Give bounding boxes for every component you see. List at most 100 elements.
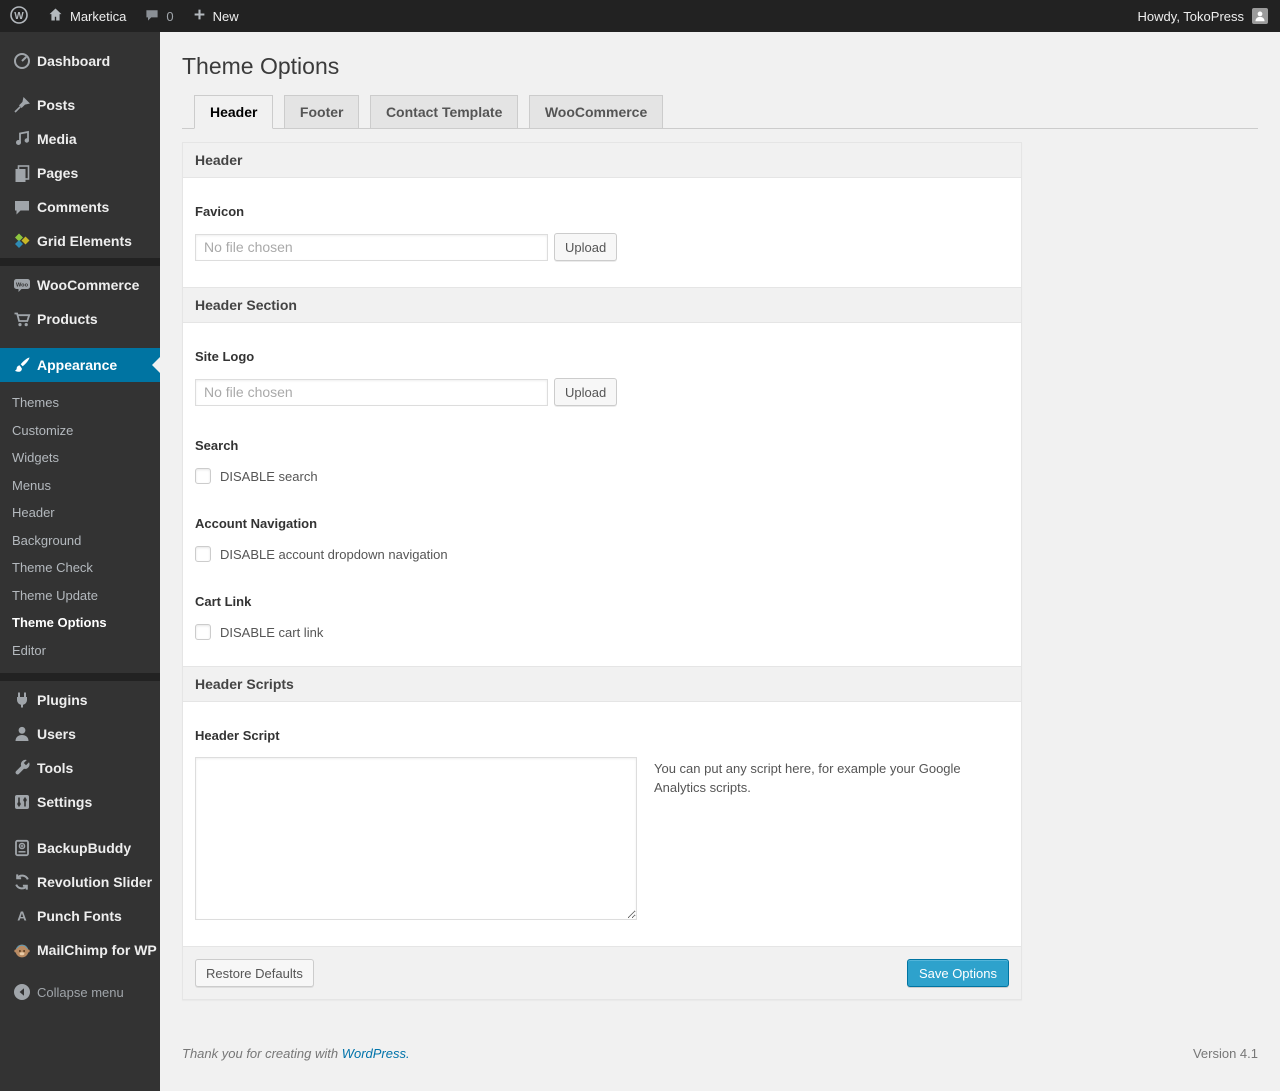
- disable-search-text: DISABLE search: [220, 468, 318, 484]
- disable-account-nav-checkbox[interactable]: [195, 546, 211, 562]
- site-logo-upload-button[interactable]: Upload: [554, 378, 618, 406]
- site-name-label: Marketica: [70, 8, 127, 24]
- pages-icon: [0, 163, 35, 183]
- header-script-label: Header Script: [195, 728, 280, 743]
- collapse-menu-button[interactable]: Collapse menu: [0, 975, 160, 1009]
- monkey-icon: [0, 940, 35, 960]
- theme-options-panel: Header Favicon Upload Header Section Sit…: [182, 142, 1022, 1000]
- header-script-textarea[interactable]: [195, 757, 637, 920]
- svg-text:A: A: [17, 909, 27, 924]
- favicon-label: Favicon: [195, 204, 245, 219]
- main-content: Theme Options Header Footer Contact Temp…: [160, 0, 1280, 1081]
- submenu-item-theme-check[interactable]: Theme Check: [0, 554, 160, 582]
- paintbrush-icon: [0, 355, 35, 375]
- comments-shortcut[interactable]: 0: [135, 0, 182, 32]
- dashboard-icon: [0, 51, 35, 71]
- sidebar-item-mailchimp[interactable]: MailChimp for WP: [0, 933, 160, 967]
- version-label: Version 4.1: [1192, 1046, 1258, 1061]
- sidebar-item-plugins[interactable]: Plugins: [0, 683, 160, 717]
- sidebar-item-woocommerce[interactable]: Woo WooCommerce: [0, 268, 160, 302]
- disable-account-nav-text: DISABLE account dropdown navigation: [220, 546, 448, 562]
- tab-header[interactable]: Header: [194, 95, 274, 129]
- sliders-icon: [0, 792, 35, 812]
- submenu-item-themes[interactable]: Themes: [0, 389, 160, 417]
- letter-a-icon: A: [0, 906, 35, 926]
- submenu-item-header[interactable]: Header: [0, 499, 160, 527]
- user-icon: [0, 724, 35, 744]
- comment-bubble-icon: [144, 7, 160, 26]
- account-navigation-label: Account Navigation: [195, 516, 318, 531]
- new-content-menu[interactable]: New: [183, 0, 248, 32]
- admin-footer: Thank you for creating with WordPress. V…: [182, 1046, 1258, 1081]
- sidebar-item-media[interactable]: Media: [0, 122, 160, 156]
- comments-count: 0: [166, 8, 174, 24]
- site-logo-file-input[interactable]: [195, 378, 548, 406]
- sidebar-item-settings[interactable]: Settings: [0, 785, 160, 819]
- cart-icon: [0, 309, 35, 329]
- site-logo-label: Site Logo: [195, 349, 255, 364]
- appearance-submenu: Themes Customize Widgets Menus Header Ba…: [0, 382, 160, 673]
- sidebar-item-tools[interactable]: Tools: [0, 751, 160, 785]
- disable-cart-link-checkbox[interactable]: [195, 624, 211, 640]
- save-options-button[interactable]: Save Options: [906, 959, 1009, 987]
- tab-footer[interactable]: Footer: [283, 95, 360, 129]
- disable-search-checkbox[interactable]: [195, 468, 211, 484]
- admin-bar: W Marketica 0 New Howdy, TokoPress: [0, 0, 1280, 32]
- svg-text:W: W: [14, 11, 24, 22]
- section-title-header-scripts: Header Scripts: [183, 666, 1021, 702]
- svg-text:Woo: Woo: [15, 282, 28, 288]
- home-icon: [47, 6, 64, 26]
- sidebar-item-backupbuddy[interactable]: BackupBuddy: [0, 831, 160, 865]
- disable-account-nav-option[interactable]: DISABLE account dropdown navigation: [195, 546, 1009, 562]
- sidebar-item-comments[interactable]: Comments: [0, 190, 160, 224]
- section-title-header-section: Header Section: [183, 287, 1021, 323]
- tab-woocommerce[interactable]: WooCommerce: [528, 95, 664, 129]
- sidebar-item-dashboard[interactable]: Dashboard: [0, 44, 160, 78]
- menu-separator: [0, 258, 160, 266]
- sidebar-item-products[interactable]: Products: [0, 302, 160, 336]
- page-title: Theme Options: [182, 53, 340, 79]
- menu-separator: [0, 673, 160, 681]
- submenu-item-theme-options[interactable]: Theme Options: [0, 609, 160, 637]
- refresh-arrows-icon: [0, 872, 35, 892]
- grid-elements-icon: [0, 231, 35, 251]
- comments-icon: [0, 197, 35, 217]
- submenu-item-theme-update[interactable]: Theme Update: [0, 582, 160, 610]
- tab-contact-template[interactable]: Contact Template: [369, 95, 519, 129]
- wordpress-link[interactable]: WordPress.: [342, 1046, 410, 1061]
- sidebar-item-punch-fonts[interactable]: A Punch Fonts: [0, 899, 160, 933]
- favicon-upload-button[interactable]: Upload: [554, 233, 618, 261]
- admin-sidebar: Dashboard Posts Media Pages Comments Gri…: [0, 32, 160, 1091]
- sidebar-item-posts[interactable]: Posts: [0, 88, 160, 122]
- site-name-menu[interactable]: Marketica: [38, 0, 135, 32]
- submenu-item-widgets[interactable]: Widgets: [0, 444, 160, 472]
- pushpin-icon: [0, 95, 35, 115]
- wrench-icon: [0, 758, 35, 778]
- submenu-item-menus[interactable]: Menus: [0, 472, 160, 500]
- account-menu[interactable]: Howdy, TokoPress: [1126, 0, 1280, 32]
- plugin-icon: [0, 690, 35, 710]
- sidebar-item-revolution-slider[interactable]: Revolution Slider: [0, 865, 160, 899]
- search-label: Search: [195, 438, 239, 453]
- disable-cart-link-option[interactable]: DISABLE cart link: [195, 624, 1009, 640]
- header-script-help: You can put any script here, for example…: [654, 761, 961, 795]
- submenu-item-background[interactable]: Background: [0, 527, 160, 555]
- media-icon: [0, 129, 35, 149]
- disable-search-option[interactable]: DISABLE search: [195, 468, 1009, 484]
- disable-cart-link-text: DISABLE cart link: [220, 624, 324, 640]
- submenu-item-editor[interactable]: Editor: [0, 637, 160, 665]
- sidebar-item-users[interactable]: Users: [0, 717, 160, 751]
- wordpress-logo-menu[interactable]: W: [0, 0, 38, 32]
- favicon-file-input[interactable]: [195, 233, 548, 261]
- sidebar-item-appearance[interactable]: Appearance: [0, 348, 160, 382]
- new-label: New: [212, 8, 239, 24]
- section-title-header: Header: [183, 143, 1021, 178]
- plus-icon: [192, 7, 207, 25]
- sidebar-item-pages[interactable]: Pages: [0, 156, 160, 190]
- submenu-item-customize[interactable]: Customize: [0, 417, 160, 445]
- sidebar-item-grid-elements[interactable]: Grid Elements: [0, 224, 160, 258]
- backup-drive-icon: [0, 838, 35, 858]
- tab-bar: Header Footer Contact Template WooCommer…: [182, 95, 1258, 129]
- restore-defaults-button[interactable]: Restore Defaults: [195, 959, 314, 987]
- avatar: [1252, 8, 1268, 24]
